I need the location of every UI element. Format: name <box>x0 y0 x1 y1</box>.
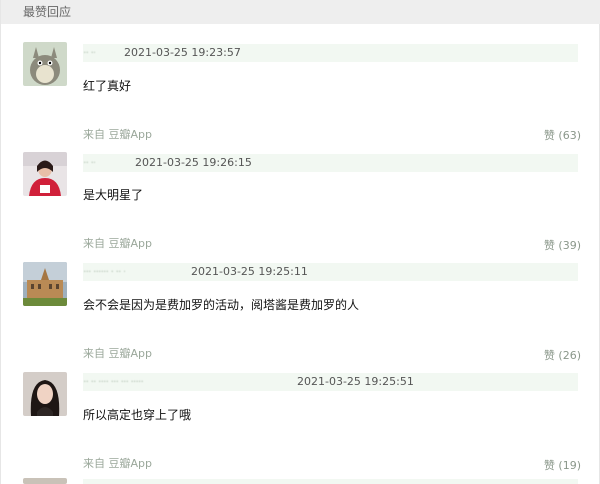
comment-item: ··· ······ · ·· · 2021-03-25 19:25:11 会不… <box>1 256 600 366</box>
like-button[interactable]: 赞 (19) <box>531 459 581 473</box>
timestamp: 2021-03-25 19:26:15 <box>135 156 252 169</box>
building-avatar[interactable] <box>23 262 67 306</box>
like-button[interactable]: 赞 (39) <box>531 239 581 253</box>
next-avatar[interactable] <box>23 478 67 484</box>
comments-panel: 最赞回应 ·· ·· 2021-03-25 19:23:57 红了真好 来自 豆… <box>0 0 600 484</box>
totoro-avatar[interactable] <box>23 42 67 86</box>
comment-source: 来自 豆瓣App <box>83 128 152 141</box>
like-button[interactable]: 赞 (26) <box>531 349 581 363</box>
comment-source: 来自 豆瓣App <box>83 457 152 470</box>
comment-meta: ·· ·· ···· ··· ··· ····· 2021-03-25 19:2… <box>83 373 578 391</box>
comment-text: 所以高定也穿上了哦 <box>83 408 192 422</box>
user-name[interactable]: ··· ······ · ·· · <box>83 264 125 280</box>
next-comment-meta <box>83 479 578 484</box>
comment-text: 会不会是因为是费加罗的活动，阅塔酱是费加罗的人 <box>83 298 360 312</box>
comment-meta: ··· ······ · ·· · 2021-03-25 19:25:11 <box>83 263 578 281</box>
comment-text: 是大明星了 <box>83 188 144 202</box>
woman-red-avatar[interactable] <box>23 152 67 196</box>
comment-meta: ·· ·· 2021-03-25 19:23:57 <box>83 44 578 62</box>
timestamp: 2021-03-25 19:25:11 <box>191 265 308 278</box>
comment-text: 红了真好 <box>83 79 132 93</box>
comment-item: ·· ·· 2021-03-25 19:23:57 红了真好 来自 豆瓣App … <box>1 36 600 146</box>
comment-meta: ·· ·· 2021-03-25 19:26:15 <box>83 154 578 172</box>
comment-source: 来自 豆瓣App <box>83 347 152 360</box>
comment-item: ·· ·· ···· ··· ··· ····· 2021-03-25 19:2… <box>1 366 600 476</box>
like-button[interactable]: 赞 (63) <box>531 129 581 143</box>
user-name[interactable]: ·· ·· ···· ··· ··· ····· <box>83 374 143 390</box>
timestamp: 2021-03-25 19:25:51 <box>297 375 414 388</box>
comment-item: ·· ·· 2021-03-25 19:26:15 是大明星了 来自 豆瓣App… <box>1 146 600 256</box>
user-name[interactable]: ·· ·· <box>83 45 95 61</box>
woman-portrait-avatar[interactable] <box>23 372 67 416</box>
comment-source: 来自 豆瓣App <box>83 237 152 250</box>
user-name[interactable]: ·· ·· <box>83 155 95 171</box>
timestamp: 2021-03-25 19:23:57 <box>124 46 241 59</box>
section-title: 最赞回应 <box>1 0 600 24</box>
